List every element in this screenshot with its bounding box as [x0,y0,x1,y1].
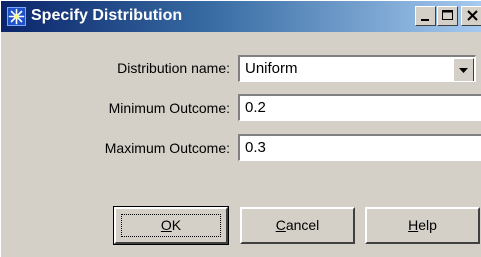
chevron-down-icon [459,68,468,73]
distribution-name-value: Uniform [245,60,298,77]
star-burst-icon [7,7,26,26]
maximum-outcome-input[interactable]: 0.3 [238,134,481,161]
ok-button-label: OK [160,217,182,233]
dialog-window: Specify Distribution Distribution name: … [0,0,481,257]
minimize-icon [421,19,429,21]
maximize-button[interactable] [437,6,458,26]
maximize-icon [442,10,453,20]
distribution-name-select[interactable]: Uniform [238,55,476,82]
minimum-outcome-label: Minimum Outcome: [108,100,230,116]
dropdown-button[interactable] [453,58,474,81]
help-button-label: Help [408,217,437,233]
minimum-outcome-input[interactable]: 0.2 [238,94,481,121]
close-button[interactable] [461,6,481,26]
cancel-button-label: Cancel [275,217,320,233]
title-bar[interactable]: Specify Distribution [1,1,481,32]
ok-button[interactable]: OK [113,206,229,245]
window-title: Specify Distribution [31,7,183,24]
distribution-name-label: Distribution name: [117,60,230,76]
maximum-outcome-label: Maximum Outcome: [104,140,230,156]
minimize-button[interactable] [415,6,436,26]
cancel-button[interactable]: Cancel [240,207,355,244]
close-icon [467,10,478,21]
help-button[interactable]: Help [365,207,480,244]
